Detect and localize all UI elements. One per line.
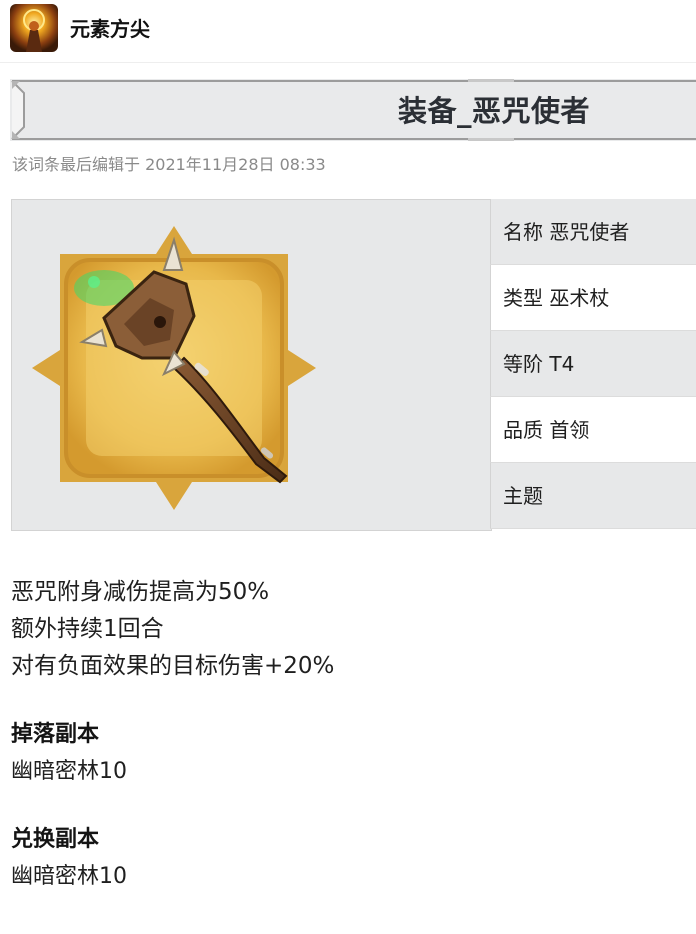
item-infobox: 名称 恶咒使者 类型 巫术杖 等阶 T4 品质 首领 主题 [11,199,696,531]
banner-frame [10,79,696,141]
infobox-row-name-text: 名称 恶咒使者 [503,220,630,244]
page-title: 装备_恶咒使者 [397,94,590,128]
infobox-row-tier: 等阶 T4 [490,331,696,397]
infobox-row-theme: 主题 [490,463,696,529]
infobox-row-type-text: 类型 巫术杖 [503,286,610,310]
exchange-dungeon-heading: 兑换副本 [11,827,100,852]
infobox-row-type: 类型 巫术杖 [490,265,696,331]
top-bar: 元素方尖 [0,0,696,63]
infobox-row-name: 名称 恶咒使者 [490,199,696,265]
app-name[interactable]: 元素方尖 [70,16,150,42]
infobox-row-quality: 品质 首领 [490,397,696,463]
title-banner: 装备_恶咒使者 [10,79,696,141]
app-logo-icon[interactable] [10,4,58,52]
last-edited-text: 该词条最后编辑于 2021年11月28日 08:33 [12,155,326,174]
infobox-row-theme-text: 主题 [503,484,543,508]
staff-weapon-icon [32,226,316,510]
infobox-row-quality-text: 品质 首领 [503,418,590,442]
item-image-cell [11,199,492,531]
exchange-dungeon-value: 幽暗密林10 [11,864,127,889]
effect-line-1: 恶咒附身减伤提高为50% [11,579,270,605]
drop-dungeon-heading: 掉落副本 [11,722,100,747]
drop-dungeon-value: 幽暗密林10 [11,759,127,784]
infobox-rows: 名称 恶咒使者 类型 巫术杖 等阶 T4 品质 首领 主题 [490,199,696,531]
effect-line-3: 对有负面效果的目标伤害+20% [11,653,335,679]
effect-line-2: 额外持续1回合 [11,616,164,642]
infobox-row-tier-text: 等阶 T4 [503,352,575,376]
